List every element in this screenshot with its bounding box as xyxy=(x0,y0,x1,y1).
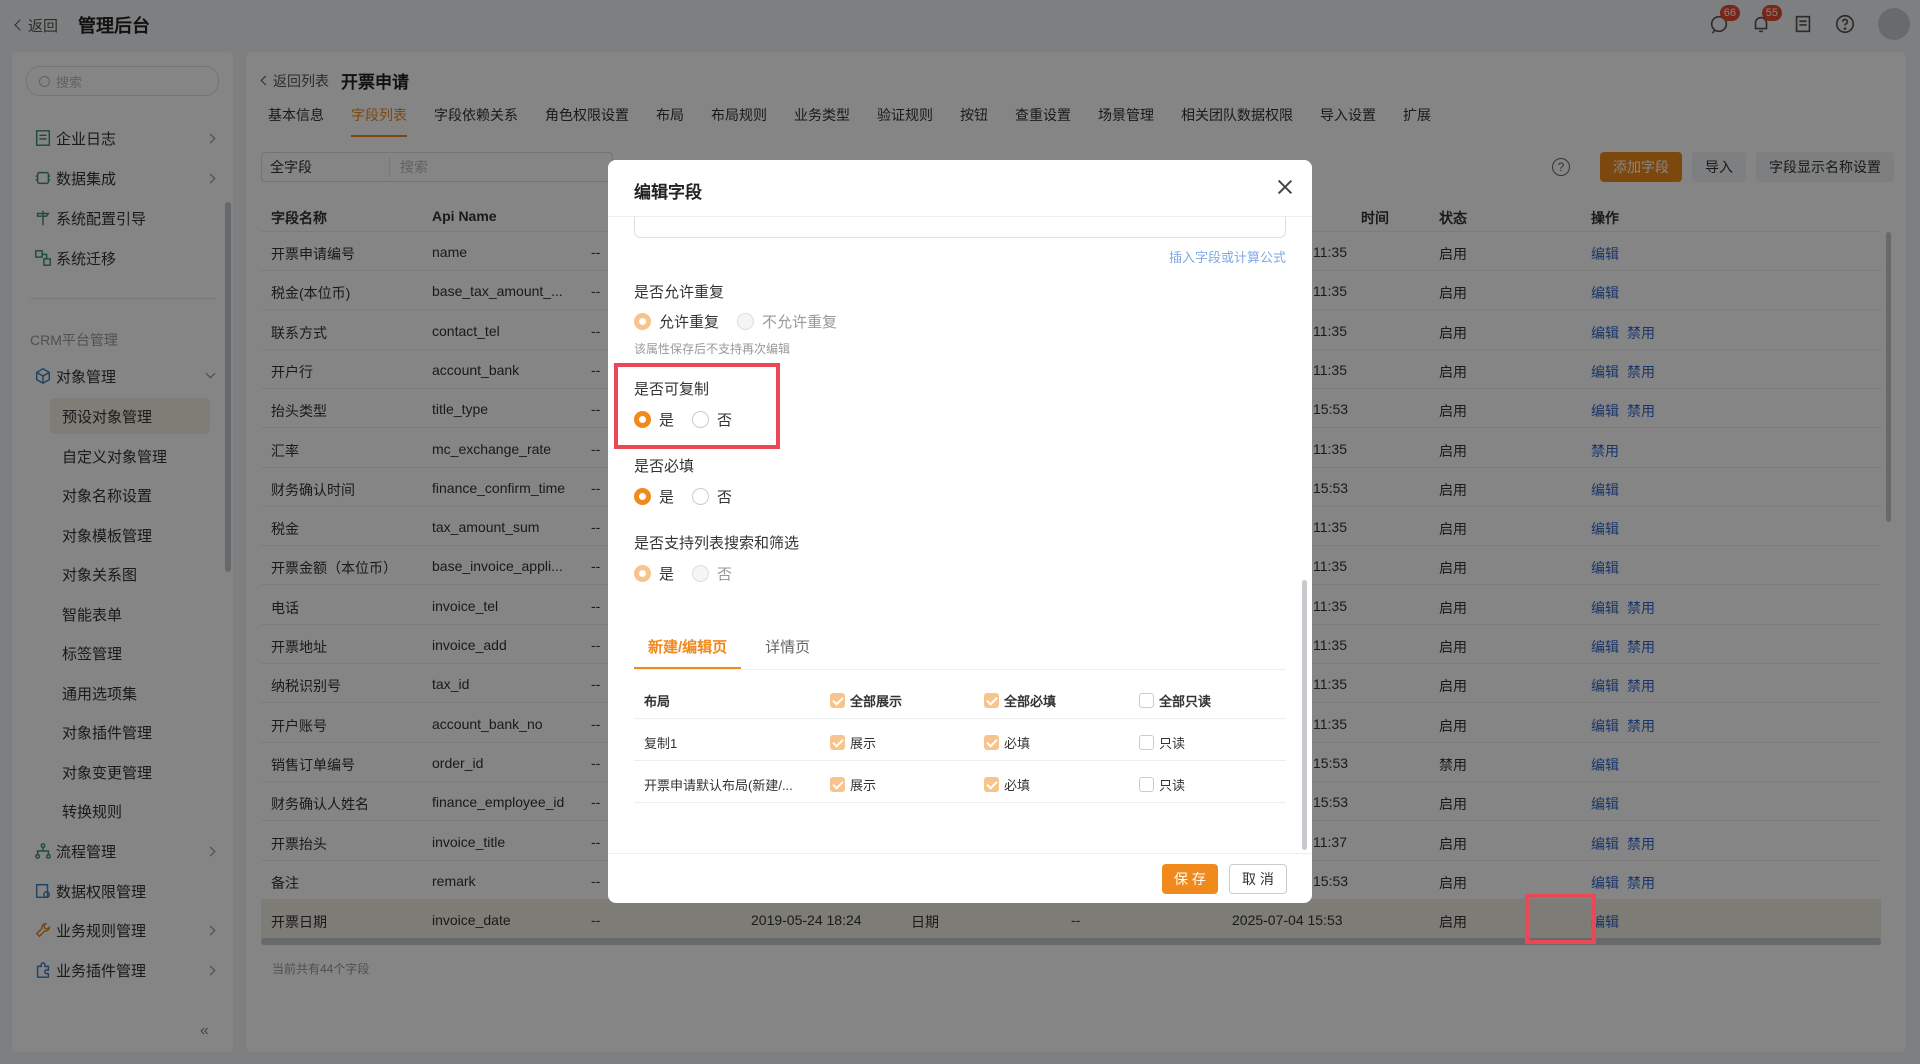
radio-unselected xyxy=(737,313,755,330)
layout-name: 开票申请默认布局(新建/... xyxy=(644,778,793,793)
checkbox-checked xyxy=(830,777,845,792)
checkbox-checked xyxy=(984,777,999,792)
copyable-highlight xyxy=(614,363,780,449)
radio-selected xyxy=(634,565,651,582)
layout-column-label: 布局 xyxy=(644,694,671,709)
tab-new-edit-page[interactable]: 新建/编辑页 xyxy=(634,624,742,669)
searchable-label: 是否支持列表搜索和筛选 xyxy=(634,535,800,552)
required-label: 是否必填 xyxy=(634,458,695,475)
option-label: 允许重复 xyxy=(659,314,720,331)
edit-field-dialog: 编辑字段 插入字段或计算公式 是否允许重复 允许重复 不允许重复 该属性保存后不… xyxy=(608,160,1312,903)
option-label: 不允许重复 xyxy=(762,314,838,331)
edit-link-highlight xyxy=(1525,894,1596,944)
checkbox-checked xyxy=(830,735,845,750)
checkbox-label: 全部展示 xyxy=(850,694,903,709)
required-all-checkbox[interactable]: 全部必填 xyxy=(984,691,1056,710)
radio-unselected xyxy=(692,488,710,505)
layout-row-copy1: 复制1 展示 必填 只读 xyxy=(634,719,1286,761)
duplicate-label: 是否允许重复 xyxy=(634,284,725,301)
close-icon[interactable] xyxy=(1276,178,1294,196)
checkbox-label: 必填 xyxy=(1004,736,1031,751)
layout-tabs: 新建/编辑页 详情页 xyxy=(634,624,1286,670)
required-no-option[interactable]: 否 xyxy=(692,486,732,507)
radio-selected xyxy=(634,488,651,505)
readonly-checkbox[interactable]: 只读 xyxy=(1139,733,1185,752)
required-yes-option[interactable]: 是 xyxy=(634,486,674,507)
required-checkbox[interactable]: 必填 xyxy=(984,733,1030,752)
cancel-button[interactable]: 取 消 xyxy=(1229,864,1287,894)
dialog-title: 编辑字段 xyxy=(634,183,702,202)
duplicate-hint: 该属性保存后不支持再次编辑 xyxy=(634,342,791,356)
radio-selected xyxy=(634,313,651,330)
checkbox-label: 全部只读 xyxy=(1159,694,1212,709)
dialog-footer-divider xyxy=(608,853,1312,854)
readonly-checkbox[interactable]: 只读 xyxy=(1139,775,1185,794)
duplicate-radio-group: 允许重复 不允许重复 xyxy=(634,311,855,332)
allow-duplicate-option[interactable]: 允许重复 xyxy=(634,311,719,332)
option-label: 是 xyxy=(659,566,675,583)
searchable-yes-option[interactable]: 是 xyxy=(634,563,674,584)
show-checkbox[interactable]: 展示 xyxy=(830,733,876,752)
checkbox-unchecked xyxy=(1139,735,1154,750)
layout-name: 复制1 xyxy=(644,736,678,751)
save-button[interactable]: 保 存 xyxy=(1162,864,1218,894)
checkbox-label: 只读 xyxy=(1159,778,1186,793)
dialog-header xyxy=(608,160,1312,216)
checkbox-unchecked xyxy=(1139,777,1154,792)
checkbox-label: 必填 xyxy=(1004,778,1031,793)
checkbox-label: 只读 xyxy=(1159,736,1186,751)
checkbox-checked xyxy=(984,693,999,708)
radio-unselected xyxy=(692,565,710,582)
option-label: 是 xyxy=(659,489,675,506)
searchable-radio-group: 是 否 xyxy=(634,563,750,584)
checkbox-label: 展示 xyxy=(850,778,877,793)
checkbox-label: 全部必填 xyxy=(1004,694,1057,709)
disallow-duplicate-option[interactable]: 不允许重复 xyxy=(737,311,837,332)
show-all-checkbox[interactable]: 全部展示 xyxy=(830,691,902,710)
checkbox-unchecked xyxy=(1139,693,1154,708)
layout-table-header: 布局 全部展示 全部必填 全部只读 xyxy=(634,677,1286,719)
dialog-scrollbar[interactable] xyxy=(1302,580,1307,850)
checkbox-checked xyxy=(984,735,999,750)
insert-formula-link[interactable]: 插入字段或计算公式 xyxy=(1169,247,1286,266)
checkbox-checked xyxy=(830,693,845,708)
readonly-all-checkbox[interactable]: 全部只读 xyxy=(1139,691,1211,710)
option-label: 否 xyxy=(717,489,733,506)
checkbox-label: 展示 xyxy=(850,736,877,751)
show-checkbox[interactable]: 展示 xyxy=(830,775,876,794)
tab-detail-page[interactable]: 详情页 xyxy=(751,624,824,669)
searchable-no-option[interactable]: 否 xyxy=(692,563,732,584)
option-label: 否 xyxy=(717,566,733,583)
required-checkbox[interactable]: 必填 xyxy=(984,775,1030,794)
required-radio-group: 是 否 xyxy=(634,486,750,507)
dialog-header-divider xyxy=(608,216,1312,217)
layout-row-default: 开票申请默认布局(新建/... 展示 必填 只读 xyxy=(634,761,1286,803)
